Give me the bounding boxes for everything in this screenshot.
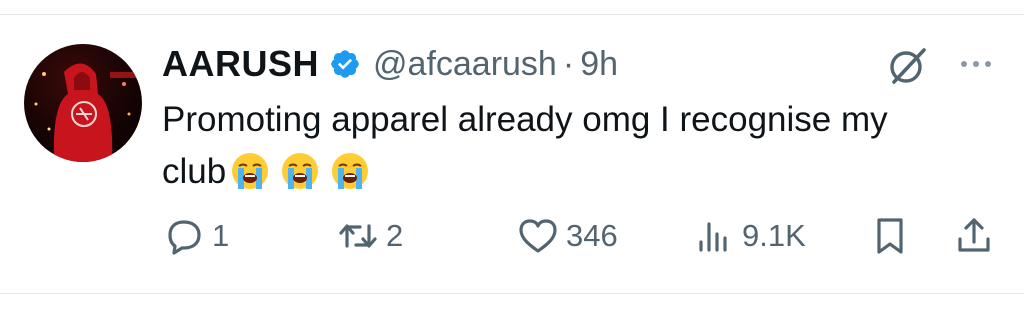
- verified-badge-icon: [329, 48, 361, 80]
- tweet-text-club: club: [162, 152, 227, 191]
- author-handle[interactable]: @afcaarush: [373, 45, 557, 84]
- reply-icon: [168, 220, 201, 255]
- views-icon: [699, 222, 727, 252]
- tweet-text-line-2: club: [162, 146, 1002, 198]
- views-count: 9.1K: [742, 218, 806, 253]
- grok-icon[interactable]: [884, 44, 932, 88]
- timestamp[interactable]: 9h: [580, 45, 618, 84]
- repost-icon: [339, 224, 377, 248]
- like-button[interactable]: 346: [516, 214, 618, 258]
- like-icon: [519, 219, 557, 253]
- action-bar: 1 2 346 9.1K: [0, 214, 1024, 258]
- more-icon[interactable]: [956, 54, 996, 74]
- share-icon: [958, 218, 990, 252]
- repost-count: 2: [386, 218, 404, 253]
- tweet-text: Promoting apparel already omg I recognis…: [162, 94, 1002, 198]
- reply-count: 1: [212, 218, 230, 253]
- tweet-text-line-1: Promoting apparel already omg I recognis…: [162, 100, 888, 139]
- separator-dot: ·: [562, 44, 575, 83]
- avatar[interactable]: [24, 44, 142, 162]
- loudly-crying-face-emoji-icon: [230, 151, 270, 191]
- tweet-header: AARUSH @afcaarush · 9h: [162, 41, 618, 87]
- bookmark-button[interactable]: [868, 214, 912, 258]
- share-button[interactable]: [952, 214, 996, 258]
- author-name[interactable]: AARUSH: [162, 43, 319, 85]
- views-button[interactable]: 9.1K: [692, 214, 806, 258]
- top-divider: [0, 14, 1024, 15]
- reply-button[interactable]: 1: [162, 214, 229, 258]
- loudly-crying-face-emoji-icon: [280, 151, 320, 191]
- bookmark-icon: [877, 218, 903, 254]
- repost-button[interactable]: 2: [336, 214, 403, 258]
- like-count: 346: [566, 218, 618, 253]
- bottom-divider: [0, 293, 1024, 294]
- loudly-crying-face-emoji-icon: [330, 151, 370, 191]
